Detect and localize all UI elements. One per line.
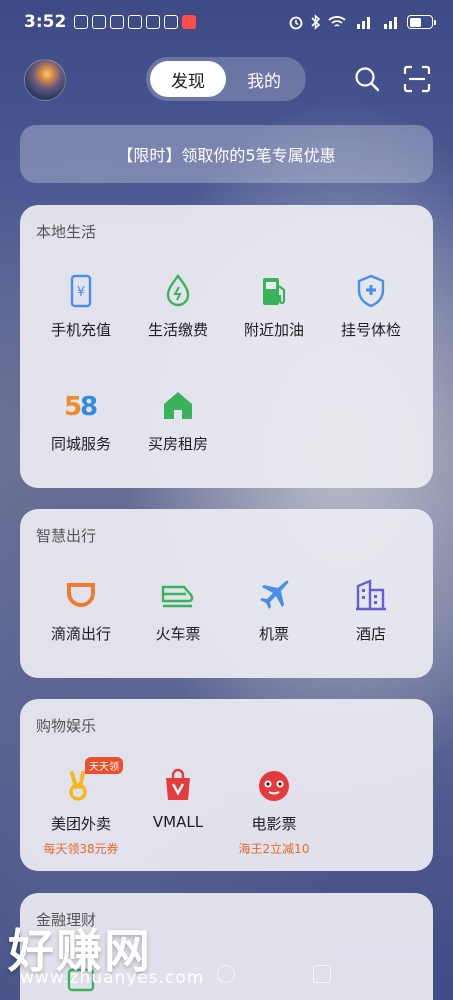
signal-4g-icon bbox=[384, 17, 397, 29]
section-title: 智慧出行 bbox=[36, 527, 97, 545]
grid-item-label: 生活缴费 bbox=[147, 321, 208, 339]
nav-home-button[interactable] bbox=[217, 965, 235, 983]
grid-item-didi[interactable]: 滴滴出行 bbox=[31, 577, 131, 644]
bluetooth-icon bbox=[311, 14, 321, 30]
status-bar: 3:52 bbox=[0, 0, 453, 44]
grid-item-label: 挂号体检 bbox=[340, 321, 401, 339]
nav-recents-button[interactable] bbox=[313, 965, 331, 983]
status-time: 3:52 bbox=[24, 12, 67, 32]
grid-item-local-service[interactable]: 5 8 同城服务 bbox=[31, 387, 131, 454]
promo-text: 【限时】领取你的5笔专属优惠 bbox=[117, 146, 336, 165]
gas-station-icon bbox=[263, 278, 286, 305]
scan-icon[interactable] bbox=[403, 65, 431, 93]
section-shopping: 购物娱乐 天天领 美团外卖 每天领38元券 VMALL 电影票 海王2立减10 bbox=[20, 699, 433, 871]
grid-item-label: VMALL bbox=[152, 813, 204, 831]
red-app-icon bbox=[182, 15, 197, 29]
grid-item-subtitle: 海王2立减10 bbox=[238, 842, 310, 856]
calendar-icon bbox=[164, 15, 179, 29]
meituan-icon-wrap: 天天领 bbox=[63, 757, 123, 803]
grid-item-label: 机票 bbox=[258, 625, 289, 643]
system-icons bbox=[288, 14, 436, 30]
notification-icons bbox=[74, 15, 197, 29]
grid-item-label: 手机充值 bbox=[50, 321, 111, 339]
didi-icon bbox=[67, 583, 95, 607]
promo-banner[interactable]: 【限时】领取你的5笔专属优惠 bbox=[20, 125, 433, 183]
section-smart-travel: 智慧出行 滴滴出行 火车票 机票 酒店 bbox=[20, 509, 433, 678]
grid-item-medical[interactable]: 挂号体检 bbox=[321, 273, 421, 340]
medical-shield-icon bbox=[357, 274, 385, 308]
signal-4g-icon bbox=[357, 17, 370, 29]
hotel-icon bbox=[356, 579, 386, 611]
grid-item-label: 买房租房 bbox=[147, 435, 208, 453]
grid-item-label: 酒店 bbox=[355, 625, 386, 643]
watermark-url: www.zhuanyes.com bbox=[20, 968, 205, 988]
battery-icon bbox=[407, 15, 436, 29]
tab-mine[interactable]: 我的 bbox=[226, 61, 302, 97]
wifi-icon bbox=[328, 16, 346, 27]
tab-discover[interactable]: 发现 bbox=[150, 61, 226, 97]
grid-item-label: 美团外卖 bbox=[50, 815, 111, 833]
phone-recharge-icon: ¥ bbox=[70, 274, 92, 308]
grid-item-label: 火车票 bbox=[155, 625, 201, 643]
movie-cat-icon bbox=[259, 771, 289, 801]
svg-text:8: 8 bbox=[80, 392, 98, 422]
grid-item-meituan[interactable]: 天天领 美团外卖 每天领38元券 bbox=[31, 757, 131, 857]
grid-item-movie[interactable]: 电影票 海王2立减10 bbox=[224, 767, 324, 857]
58-logo-icon: 5 8 bbox=[64, 392, 98, 422]
alarm-icon bbox=[289, 16, 303, 30]
section-title: 购物娱乐 bbox=[36, 717, 97, 735]
avatar[interactable] bbox=[24, 59, 66, 101]
tab-switcher: 发现 我的 bbox=[146, 57, 306, 101]
svg-text:¥: ¥ bbox=[77, 285, 85, 300]
grid-item-vmall[interactable]: VMALL bbox=[128, 767, 228, 831]
grid-item-subtitle: 每天领38元券 bbox=[43, 842, 119, 856]
section-title: 本地生活 bbox=[36, 223, 97, 241]
grid-item-label: 附近加油 bbox=[243, 321, 304, 339]
app-icon bbox=[128, 15, 143, 29]
vpn-icon bbox=[74, 15, 89, 29]
grid-item-label: 电影票 bbox=[251, 815, 297, 833]
header: 发现 我的 bbox=[0, 55, 453, 105]
search-icon[interactable] bbox=[353, 65, 381, 93]
airplane-icon bbox=[260, 580, 289, 609]
house-icon bbox=[164, 392, 192, 419]
train-icon bbox=[161, 585, 194, 608]
utility-bill-icon bbox=[166, 274, 190, 307]
section-local-life: 本地生活 ¥ 手机充值 生活缴费 附近加油 挂号体检 5 8 同城服务 买房租房 bbox=[20, 205, 433, 488]
grid-item-flight[interactable]: 机票 bbox=[224, 577, 324, 644]
grid-item-phone-recharge[interactable]: ¥ 手机充值 bbox=[31, 273, 131, 340]
qq-icon bbox=[146, 15, 161, 29]
grid-item-label: 滴滴出行 bbox=[50, 625, 111, 643]
promo-badge: 天天领 bbox=[85, 757, 123, 774]
grid-item-label: 同城服务 bbox=[50, 435, 111, 453]
message-icon bbox=[92, 15, 107, 29]
grid-item-train[interactable]: 火车票 bbox=[128, 577, 228, 644]
alert-icon bbox=[110, 15, 125, 29]
grid-item-gas-station[interactable]: 附近加油 bbox=[224, 273, 324, 340]
grid-item-utility-bill[interactable]: 生活缴费 bbox=[128, 273, 228, 340]
grid-item-housing[interactable]: 买房租房 bbox=[128, 387, 228, 454]
vmall-bag-icon bbox=[166, 768, 190, 800]
grid-item-hotel[interactable]: 酒店 bbox=[321, 577, 421, 644]
